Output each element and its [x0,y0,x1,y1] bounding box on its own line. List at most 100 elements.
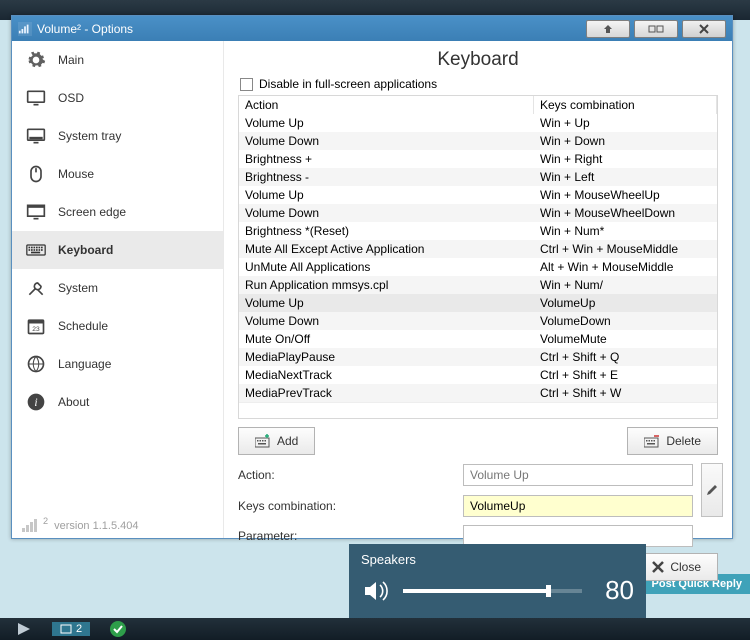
gear-icon [26,50,46,70]
table-row[interactable]: Volume UpVolumeUp [239,294,717,312]
cell-action: Mute All Except Active Application [239,240,534,258]
info-icon: i [26,392,46,412]
sidebar-item-keyboard[interactable]: Keyboard [12,231,223,269]
keys-label: Keys combination: [238,499,463,513]
cell-keys: Win + MouseWheelUp [534,186,717,204]
cell-action: Volume Down [239,312,534,330]
table-header[interactable]: Action Keys combination [239,96,717,114]
table-row[interactable]: Volume DownWin + Down [239,132,717,150]
cell-action: Brightness + [239,150,534,168]
fullscreen-checkbox[interactable] [240,78,253,91]
taskbar-app2-icon[interactable] [108,620,128,638]
table-row[interactable]: Run Application mmsys.cplWin + Num/ [239,276,717,294]
table-row[interactable]: Volume UpWin + Up [239,114,717,132]
cell-action: Volume Down [239,132,534,150]
sidebar-item-label: Screen edge [58,205,126,219]
svg-text:i: i [34,396,37,409]
svg-text:23: 23 [32,326,40,333]
param-label: Parameter: [238,529,463,543]
delete-label: Delete [666,434,701,448]
add-label: Add [277,434,298,448]
table-row[interactable]: Volume DownWin + MouseWheelDown [239,204,717,222]
table-row[interactable]: Brightness *(Reset)Win + Num* [239,222,717,240]
cell-action: Mute On/Off [239,330,534,348]
tools-icon [26,278,46,298]
cell-action: Volume Up [239,114,534,132]
cell-keys: VolumeMute [534,330,717,348]
sidebar-item-schedule[interactable]: 23 Schedule [12,307,223,345]
close-window-button[interactable] [682,20,726,38]
table-row[interactable]: Brightness +Win + Right [239,150,717,168]
cell-keys: VolumeDown [534,312,717,330]
sidebar-item-label: Mouse [58,167,94,181]
cell-keys: VolumeUp [534,294,717,312]
version-label: 2 version 1.1.5.404 [12,510,223,538]
calendar-icon: 23 [26,316,46,336]
cell-action: UnMute All Applications [239,258,534,276]
keyboard-minus-icon [644,434,660,448]
col-keys[interactable]: Keys combination [534,96,717,114]
taskbar-app-icon[interactable] [14,620,34,638]
sidebar-item-label: OSD [58,91,84,105]
cell-keys: Alt + Win + MouseMiddle [534,258,717,276]
cell-action: Brightness *(Reset) [239,222,534,240]
sidebar-item-mouse[interactable]: Mouse [12,155,223,193]
tray-icon [26,126,46,146]
sidebar-item-system[interactable]: System [12,269,223,307]
sidebar-item-label: Schedule [58,319,108,333]
titlebar[interactable]: Volume² - Options [12,16,732,41]
sidebar-item-about[interactable]: i About [12,383,223,421]
table-row[interactable]: Brightness -Win + Left [239,168,717,186]
cell-keys: Win + Num* [534,222,717,240]
sidebar-item-screenedge[interactable]: Screen edge [12,193,223,231]
cell-keys: Ctrl + Shift + E [534,366,717,384]
cell-action: Volume Up [239,186,534,204]
options-window: Volume² - Options Main OSD [11,15,733,539]
app-icon [18,22,32,36]
cell-action: MediaNextTrack [239,366,534,384]
sidebar-item-osd[interactable]: OSD [12,79,223,117]
hotkey-table[interactable]: Action Keys combination Volume UpWin + U… [238,95,718,419]
sidebar-item-main[interactable]: Main [12,41,223,79]
titlebar-button-2[interactable] [634,20,678,38]
volume-slider[interactable] [403,589,582,593]
delete-button[interactable]: Delete [627,427,718,455]
table-row[interactable]: MediaPrevTrackCtrl + Shift + W [239,384,717,402]
globe-icon [26,354,46,374]
table-row[interactable]: Mute On/OffVolumeMute [239,330,717,348]
page-title: Keyboard [238,49,718,71]
action-select[interactable]: Volume Up [463,464,693,486]
taskbar[interactable]: 2 [0,618,750,640]
cell-keys: Win + Up [534,114,717,132]
table-row[interactable]: UnMute All ApplicationsAlt + Win + Mouse… [239,258,717,276]
signal-icon [22,519,37,532]
action-label: Action: [238,468,463,482]
cell-keys: Win + Right [534,150,717,168]
sidebar-item-systray[interactable]: System tray [12,117,223,155]
sidebar-item-language[interactable]: Language [12,345,223,383]
table-row[interactable]: Volume UpWin + MouseWheelUp [239,186,717,204]
screenedge-icon [26,202,46,222]
col-action[interactable]: Action [239,96,534,114]
close-button[interactable]: Close [635,553,718,581]
volume-value: 80 [594,575,634,606]
table-row[interactable]: MediaPlayPauseCtrl + Shift + Q [239,348,717,366]
table-row[interactable]: Mute All Except Active ApplicationCtrl +… [239,240,717,258]
keyboard-plus-icon [255,434,271,448]
taskbar-badge[interactable]: 2 [52,622,90,636]
cell-keys: Ctrl + Shift + Q [534,348,717,366]
cell-keys: Win + MouseWheelDown [534,204,717,222]
add-button[interactable]: Add [238,427,315,455]
cell-action: Volume Up [239,294,534,312]
sidebar-item-label: System tray [58,129,121,143]
table-row[interactable]: Volume DownVolumeDown [239,312,717,330]
edit-button[interactable] [701,463,723,517]
sidebar-item-label: Keyboard [58,243,113,257]
titlebar-button-1[interactable] [586,20,630,38]
table-row[interactable]: MediaNextTrackCtrl + Shift + E [239,366,717,384]
mouse-icon [26,164,46,184]
keys-input[interactable] [463,495,693,517]
keyboard-icon [26,240,46,260]
window-title: Volume² - Options [37,22,133,36]
close-label: Close [670,560,701,574]
